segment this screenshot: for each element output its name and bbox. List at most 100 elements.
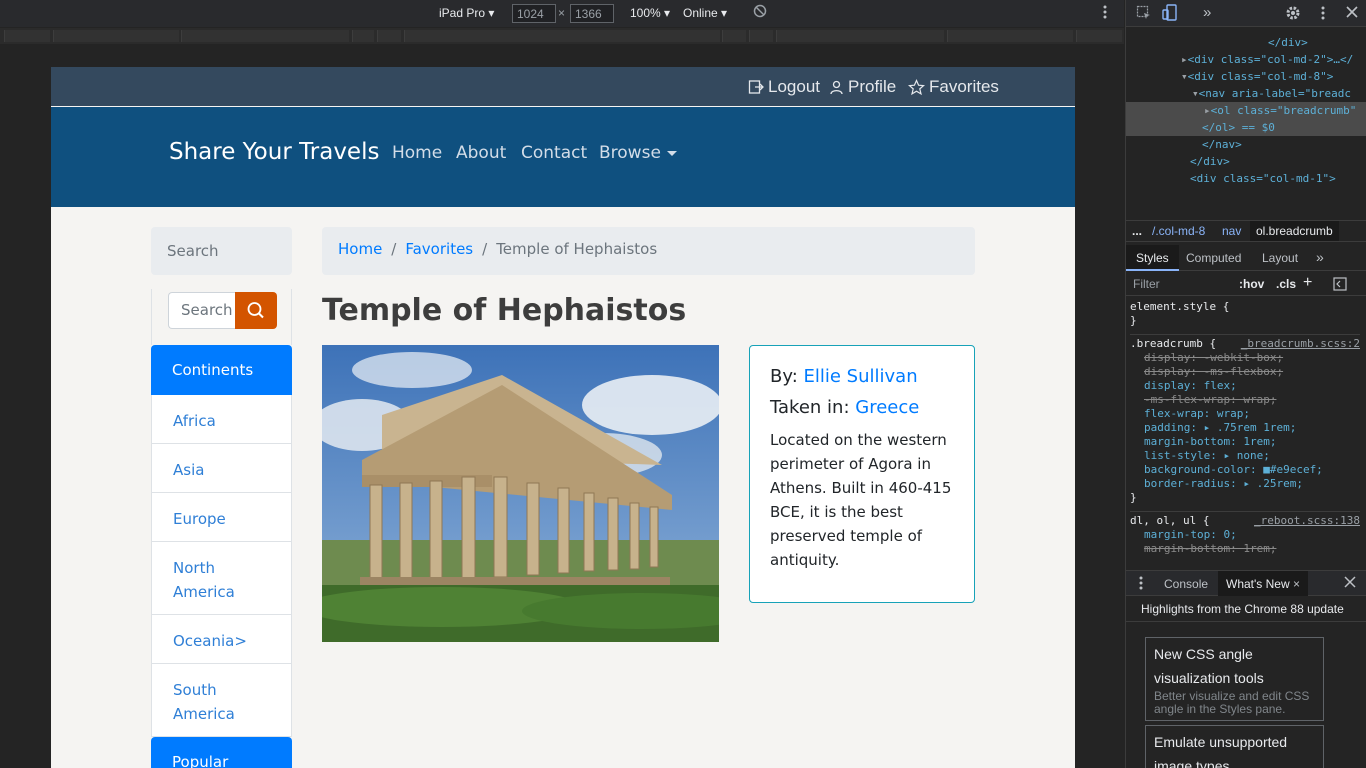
continent-asia[interactable]: Asia xyxy=(151,444,292,493)
cls-toggle[interactable]: .cls xyxy=(1276,277,1296,291)
dom-node[interactable]: <div class="col-md-1"> xyxy=(1126,170,1366,187)
css-property[interactable]: -ms-flex-wrap: wrap; xyxy=(1144,393,1360,407)
css-property[interactable]: padding: ▸ .75rem 1rem; xyxy=(1144,421,1360,435)
css-property[interactable]: display: flex; xyxy=(1144,379,1360,393)
throttle-select[interactable]: Online ▾ xyxy=(683,6,727,20)
more-tabs-icon[interactable]: » xyxy=(1203,4,1211,21)
devtools-menu-icon[interactable] xyxy=(1320,5,1326,24)
new-rule-icon[interactable]: + xyxy=(1303,274,1312,292)
rule-properties: display: -webkit-box; display: -ms-flexb… xyxy=(1130,351,1360,491)
nav-home[interactable]: Home xyxy=(392,143,442,163)
nav-contact[interactable]: Contact xyxy=(521,143,587,163)
logout-link[interactable]: Logout xyxy=(748,77,820,97)
continent-europe[interactable]: Europe xyxy=(151,493,292,542)
css-property[interactable]: margin-bottom: 1rem; xyxy=(1144,435,1360,449)
breadcrumb-separator: / xyxy=(391,240,397,258)
drawer-tab-console[interactable]: Console xyxy=(1164,577,1208,591)
brand-logo-text[interactable]: Share Your Travels xyxy=(169,139,379,165)
location-line: Taken in: Greece xyxy=(770,397,954,418)
css-property[interactable]: margin-top: 0; xyxy=(1144,528,1360,542)
rule-source-link[interactable]: _reboot.scss:138 xyxy=(1254,514,1360,528)
breadcrumb-home[interactable]: Home xyxy=(338,240,382,262)
crumb-ellipsis[interactable]: ... xyxy=(1132,224,1142,238)
dom-node[interactable]: ▾<div class="col-md-8"> xyxy=(1126,68,1366,85)
crumb-ol-breadcrumb[interactable]: ol.breadcrumb xyxy=(1250,221,1339,241)
dom-node[interactable]: ▾<nav aria-label="breadc xyxy=(1126,85,1366,102)
inspect-element-icon[interactable] xyxy=(1136,5,1152,24)
crumb-col-md-8[interactable]: /.col-md-8 xyxy=(1152,224,1205,238)
temple-photo xyxy=(322,345,719,642)
dom-node[interactable]: ▸<div class="col-md-2">…</ xyxy=(1126,51,1366,68)
viewport-height-input[interactable] xyxy=(570,4,614,23)
continent-oceania[interactable]: Oceania> xyxy=(151,615,292,664)
tab-styles[interactable]: Styles xyxy=(1126,245,1179,271)
nav-browse-dropdown[interactable]: Browse xyxy=(599,143,677,163)
dom-node[interactable]: </div> xyxy=(1126,34,1366,51)
continent-north-america[interactable]: North America xyxy=(151,542,292,615)
dom-node[interactable]: </div> xyxy=(1126,153,1366,170)
breadcrumb-separator: / xyxy=(482,240,488,258)
dom-node-text: </nav> xyxy=(1202,138,1242,151)
continent-africa[interactable]: Africa xyxy=(151,395,292,444)
more-style-tabs-icon[interactable]: » xyxy=(1316,249,1324,265)
photo-description: Located on the western perimeter of Agor… xyxy=(770,431,952,569)
drawer-menu-icon[interactable] xyxy=(1138,575,1144,594)
more-options-icon[interactable] xyxy=(1102,4,1108,23)
settings-gear-icon[interactable] xyxy=(1285,5,1301,24)
card-description: Better visualize and edit CSS angle in t… xyxy=(1154,689,1310,716)
css-property[interactable]: display: -ms-flexbox; xyxy=(1144,365,1360,379)
photo-info-card: By: Ellie Sullivan Taken in: Greece Loca… xyxy=(749,345,975,603)
continent-south-america[interactable]: South America xyxy=(151,664,292,737)
hov-toggle[interactable]: :hov xyxy=(1239,277,1264,291)
viewport-width-input[interactable] xyxy=(512,4,556,23)
css-property[interactable]: background-color: ■#e9ecef; xyxy=(1144,463,1360,477)
nav-about[interactable]: About xyxy=(456,143,506,163)
css-property[interactable]: border-radius: ▸ .25rem; xyxy=(1144,477,1360,491)
dom-node[interactable]: </nav> xyxy=(1126,136,1366,153)
main-navbar: Share Your Travels Home About Contact Br… xyxy=(51,107,1075,207)
css-property[interactable]: flex-wrap: wrap; xyxy=(1144,407,1360,421)
device-toggle-icon[interactable] xyxy=(1162,4,1178,25)
dom-node-selected[interactable]: ▸<ol class="breadcrumb" xyxy=(1126,102,1366,119)
toggle-sidebar-icon[interactable] xyxy=(1333,277,1347,294)
whats-new-card[interactable]: Emulate unsupported image types xyxy=(1145,725,1324,768)
breadcrumb-current: Temple of Hephaistos xyxy=(496,240,658,258)
css-property[interactable]: display: -webkit-box; xyxy=(1144,351,1360,365)
dom-node-text: <div class="col-md-2">…</ xyxy=(1187,53,1354,66)
search-input[interactable]: Search xyxy=(168,292,236,329)
rule-source-link[interactable]: _breadcrumb.scss:2 xyxy=(1241,337,1360,351)
zoom-select[interactable]: 100% ▾ xyxy=(630,6,670,20)
breadcrumb-favorites[interactable]: Favorites xyxy=(405,240,473,262)
profile-link[interactable]: Profile xyxy=(829,77,896,97)
rule-close-brace: } xyxy=(1130,491,1137,504)
css-property[interactable]: margin-bottom: 1rem; xyxy=(1144,542,1360,556)
close-devtools-icon[interactable] xyxy=(1345,5,1359,22)
dimension-separator: × xyxy=(558,6,566,20)
css-property[interactable]: list-style: ▸ none; xyxy=(1144,449,1360,463)
dom-node-selected[interactable]: </ol> == $0 xyxy=(1126,119,1366,136)
close-drawer-icon[interactable] xyxy=(1344,576,1356,591)
styles-filter-input[interactable]: Filter xyxy=(1133,277,1160,291)
favorites-link[interactable]: Favorites xyxy=(908,77,999,97)
rule-close-brace: } xyxy=(1130,314,1137,327)
search-button[interactable] xyxy=(235,292,277,329)
whats-new-card[interactable]: New CSS angle visualization tools Better… xyxy=(1145,637,1324,721)
dom-node-text: <div class="col-md-1"> xyxy=(1190,172,1336,185)
breadcrumb: Home / Favorites / Temple of Hephaistos xyxy=(322,227,975,275)
card-title: Emulate unsupported image types xyxy=(1154,734,1288,768)
tab-layout[interactable]: Layout xyxy=(1262,251,1298,265)
tab-computed[interactable]: Computed xyxy=(1186,251,1241,265)
element-style-rule[interactable]: element.style { xyxy=(1130,300,1360,314)
continents-header: Continents xyxy=(151,345,292,395)
styles-tabs: Styles Computed Layout » xyxy=(1126,245,1366,271)
dom-tree: </div> ▸<div class="col-md-2">…</ ▾<div … xyxy=(1126,34,1366,187)
crumb-nav[interactable]: nav xyxy=(1222,224,1241,238)
drawer-tab-whats-new[interactable]: What's New × xyxy=(1218,571,1308,596)
author-label: By: xyxy=(770,366,798,387)
location-link[interactable]: Greece xyxy=(855,397,919,418)
author-link[interactable]: Ellie Sullivan xyxy=(804,366,918,387)
dom-node-text: </div> xyxy=(1268,36,1308,49)
close-tab-icon[interactable]: × xyxy=(1293,577,1300,591)
rotate-icon[interactable] xyxy=(753,4,767,21)
device-select[interactable]: iPad Pro ▾ xyxy=(439,6,494,20)
